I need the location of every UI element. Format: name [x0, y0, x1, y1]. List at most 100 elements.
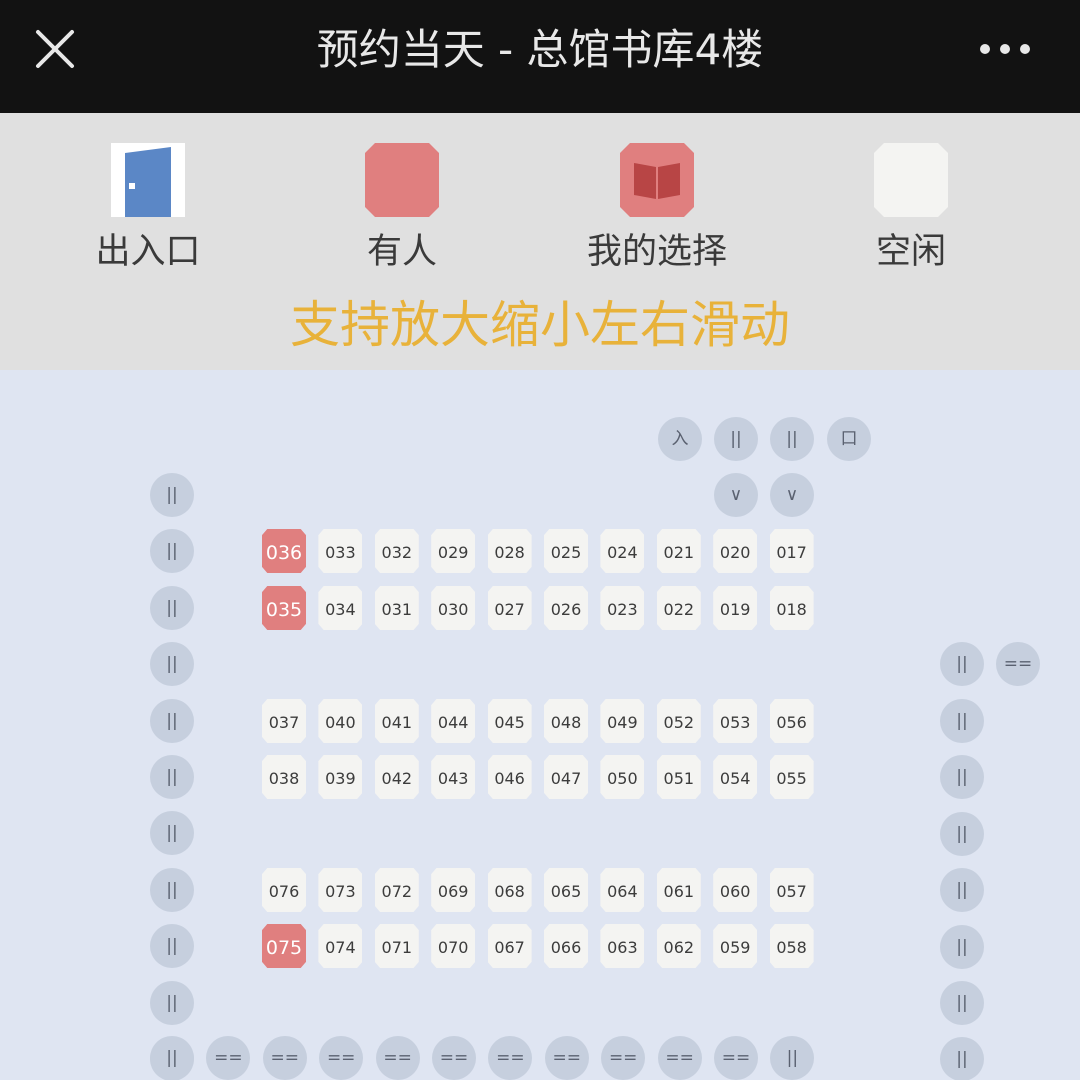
wall-marker: ==: [206, 1036, 251, 1080]
seat-026[interactable]: 026: [544, 586, 588, 630]
seat-062[interactable]: 062: [656, 924, 701, 968]
entrance-marker: 口: [827, 417, 871, 461]
seat-067[interactable]: 067: [487, 924, 532, 968]
seat-042[interactable]: 042: [374, 755, 419, 799]
seat-047[interactable]: 047: [544, 755, 588, 799]
seat-061[interactable]: 061: [656, 868, 701, 912]
seat-076[interactable]: 076: [262, 868, 306, 912]
seat-059[interactable]: 059: [713, 924, 758, 968]
seat-074[interactable]: 074: [318, 924, 363, 968]
seat-020[interactable]: 020: [713, 529, 758, 573]
seat-057[interactable]: 057: [769, 868, 814, 912]
legend-selected-label: 我的选择: [586, 232, 727, 272]
seat-073[interactable]: 073: [318, 868, 363, 912]
wall-marker: ||: [940, 868, 984, 913]
seat-021[interactable]: 021: [656, 529, 701, 573]
seat-041[interactable]: 041: [374, 699, 419, 743]
seat-017[interactable]: 017: [769, 529, 814, 573]
seat-029[interactable]: 029: [431, 529, 476, 573]
wall-marker: ||: [940, 755, 984, 800]
seat-035[interactable]: 035: [262, 586, 306, 630]
seat-037[interactable]: 037: [262, 699, 306, 743]
legend-free-label: 空闲: [875, 232, 946, 272]
seat-033[interactable]: 033: [318, 529, 363, 573]
wall-marker: ||: [150, 642, 194, 687]
seat-019[interactable]: 019: [713, 586, 758, 630]
arrow-down-icon: ∨: [770, 473, 814, 517]
seat-032[interactable]: 032: [374, 529, 419, 573]
legend-occupied-label: 有人: [366, 232, 437, 272]
wall-marker: ||: [150, 698, 194, 743]
legend-entrance: 出入口: [38, 141, 258, 272]
seat-065[interactable]: 065: [544, 868, 588, 912]
wall-marker: ==: [657, 1036, 702, 1080]
seat-049[interactable]: 049: [600, 699, 645, 743]
seat-038[interactable]: 038: [262, 755, 306, 799]
seat-050[interactable]: 050: [600, 755, 645, 799]
arrow-down-icon: ∨: [714, 473, 758, 517]
more-menu-button[interactable]: [975, 36, 1035, 62]
seat-051[interactable]: 051: [656, 755, 701, 799]
seat-023[interactable]: 023: [600, 586, 645, 630]
seat-071[interactable]: 071: [374, 924, 419, 968]
legend-free: 空闲: [801, 141, 1021, 272]
seat-022[interactable]: 022: [656, 586, 701, 630]
wall-marker: ==: [375, 1036, 420, 1080]
wall-marker: ||: [940, 1037, 984, 1080]
wall-marker: ||: [940, 924, 984, 969]
seat-039[interactable]: 039: [318, 755, 363, 799]
seat-060[interactable]: 060: [713, 868, 758, 912]
wall-marker: ||: [150, 980, 194, 1025]
wall-marker: ==: [544, 1036, 589, 1080]
wall-marker: ||: [940, 811, 984, 856]
seat-070[interactable]: 070: [431, 924, 476, 968]
seat-056[interactable]: 056: [769, 699, 814, 743]
wall-marker: ||: [150, 867, 194, 912]
seat-075[interactable]: 075: [262, 924, 306, 968]
seat-043[interactable]: 043: [431, 755, 476, 799]
seat-058[interactable]: 058: [769, 924, 814, 968]
seat-045[interactable]: 045: [487, 699, 532, 743]
seat-048[interactable]: 048: [544, 699, 588, 743]
seat-031[interactable]: 031: [374, 586, 419, 630]
wall-marker: ||: [150, 755, 194, 799]
seat-063[interactable]: 063: [600, 924, 645, 968]
seat-054[interactable]: 054: [713, 755, 758, 799]
seat-055[interactable]: 055: [769, 755, 814, 799]
legend-entrance-label: 出入口: [95, 232, 201, 272]
seat-044[interactable]: 044: [431, 699, 476, 743]
wall-marker: ==: [319, 1036, 364, 1080]
seat-028[interactable]: 028: [487, 529, 532, 573]
more-dots-icon: [980, 44, 1030, 54]
seat-046[interactable]: 046: [487, 755, 532, 799]
seat-053[interactable]: 053: [713, 699, 758, 743]
seat-018[interactable]: 018: [769, 586, 814, 630]
wall-marker: ||: [150, 924, 194, 969]
seat-069[interactable]: 069: [431, 868, 476, 912]
wall-marker: ==: [262, 1036, 307, 1080]
seat-030[interactable]: 030: [431, 586, 476, 630]
entrance-marker: 入: [658, 417, 702, 461]
seat-064[interactable]: 064: [600, 868, 645, 912]
seat-024[interactable]: 024: [600, 529, 645, 573]
legend-panel: 出入口 有人 我的选择 空闲 支持放大缩小左右滑动: [0, 113, 1080, 370]
page-title: 预约当天 - 总馆书库4楼: [316, 25, 764, 74]
entrance-marker: ||: [770, 417, 814, 461]
zoom-hint: 支持放大缩小左右滑动: [290, 296, 790, 354]
wall-marker: ||: [940, 699, 984, 743]
seat-map[interactable]: 入 || || 口 ∨ ∨ || || || || || || || || || || || || == || || ||…: [0, 370, 1080, 1080]
seat-068[interactable]: 068: [487, 868, 532, 912]
seat-066[interactable]: 066: [544, 924, 588, 968]
book-seat-icon: [620, 143, 694, 217]
seat-052[interactable]: 052: [656, 699, 701, 743]
wall-marker: ||: [150, 1036, 194, 1080]
seat-036[interactable]: 036: [262, 529, 306, 573]
seat-072[interactable]: 072: [374, 868, 419, 912]
seat-025[interactable]: 025: [544, 529, 588, 573]
free-seat-icon: [874, 143, 948, 217]
seat-027[interactable]: 027: [487, 586, 532, 630]
wall-marker: ||: [150, 585, 194, 630]
wall-marker: ||: [940, 642, 984, 686]
seat-040[interactable]: 040: [318, 699, 363, 743]
seat-034[interactable]: 034: [318, 586, 363, 630]
